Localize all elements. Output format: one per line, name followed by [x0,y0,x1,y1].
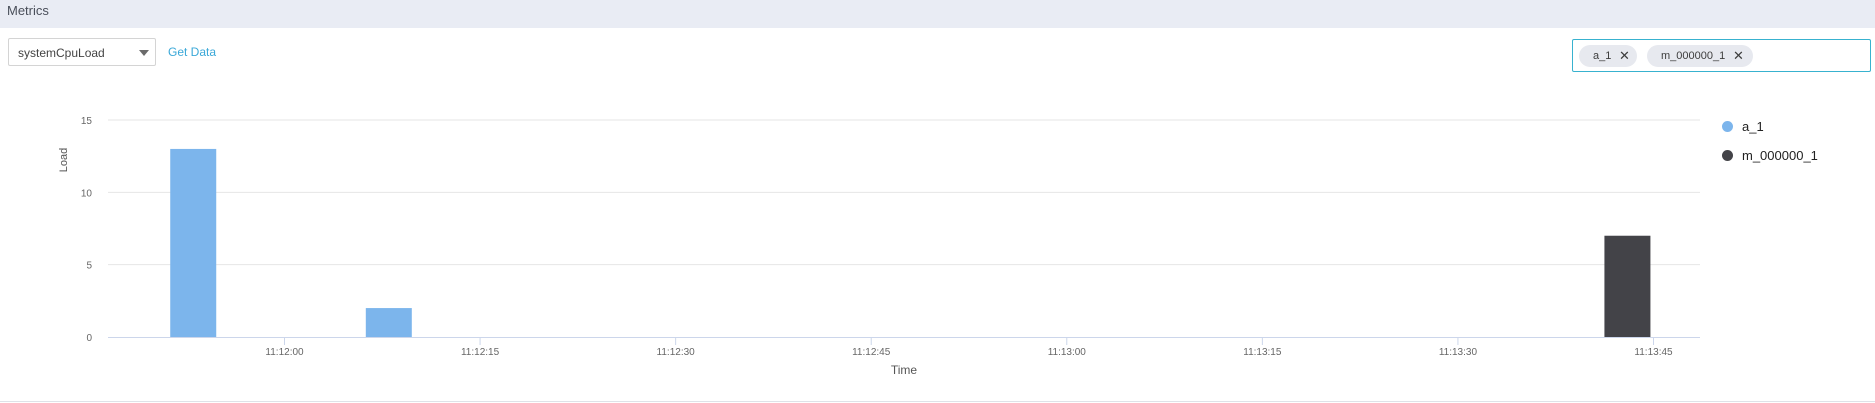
metrics-bar-chart: 0 5 10 15 11:12:00 11:12:15 11:12:30 11:12:45 11… [58,116,1700,377]
x-tick-label: 11:12:00 [265,347,304,358]
x-tick-label: 11:12:45 [852,347,891,358]
x-tick-label: 11:12:15 [461,347,500,358]
chevron-down-icon [139,50,149,56]
bar-a_1 [170,148,217,337]
get-data-link[interactable]: Get Data [168,45,216,59]
close-icon[interactable]: ✕ [1733,48,1744,64]
node-chip-label: a_1 [1593,50,1612,62]
divider [0,401,1875,402]
legend-label: m_000000_1 [1742,148,1818,163]
close-icon[interactable]: ✕ [1619,48,1630,64]
bar-a_1 [365,308,412,337]
bar-m_000000_1 [1604,235,1651,337]
x-axis-title: Time [891,363,918,377]
x-tick-label: 11:13:45 [1634,347,1673,358]
header-bar: Metrics [0,0,1875,28]
x-tick-label: 11:13:00 [1048,347,1087,358]
x-tick-label: 11:12:30 [657,347,696,358]
metric-select-value: systemCpuLoad [18,46,105,60]
y-tick-label: 5 [86,261,92,272]
node-filter-input[interactable]: a_1 ✕ m_000000_1 ✕ [1572,39,1871,72]
y-tick-label: 10 [81,188,93,199]
page-title: Metrics [7,3,49,18]
legend-marker [1722,150,1733,161]
x-tick-label: 11:13:15 [1243,347,1282,358]
node-chip-a-1: a_1 ✕ [1579,45,1637,67]
legend-marker [1722,121,1733,132]
x-tick-label: 11:13:30 [1439,347,1478,358]
y-axis-title: Load [58,148,70,172]
metric-select[interactable]: systemCpuLoad [8,38,156,66]
node-chip-label: m_000000_1 [1661,50,1726,62]
y-tick-label: 0 [86,333,92,344]
node-chip-m-000000-1: m_000000_1 ✕ [1647,45,1753,67]
y-tick-label: 15 [81,116,93,127]
legend-label: a_1 [1742,119,1764,134]
